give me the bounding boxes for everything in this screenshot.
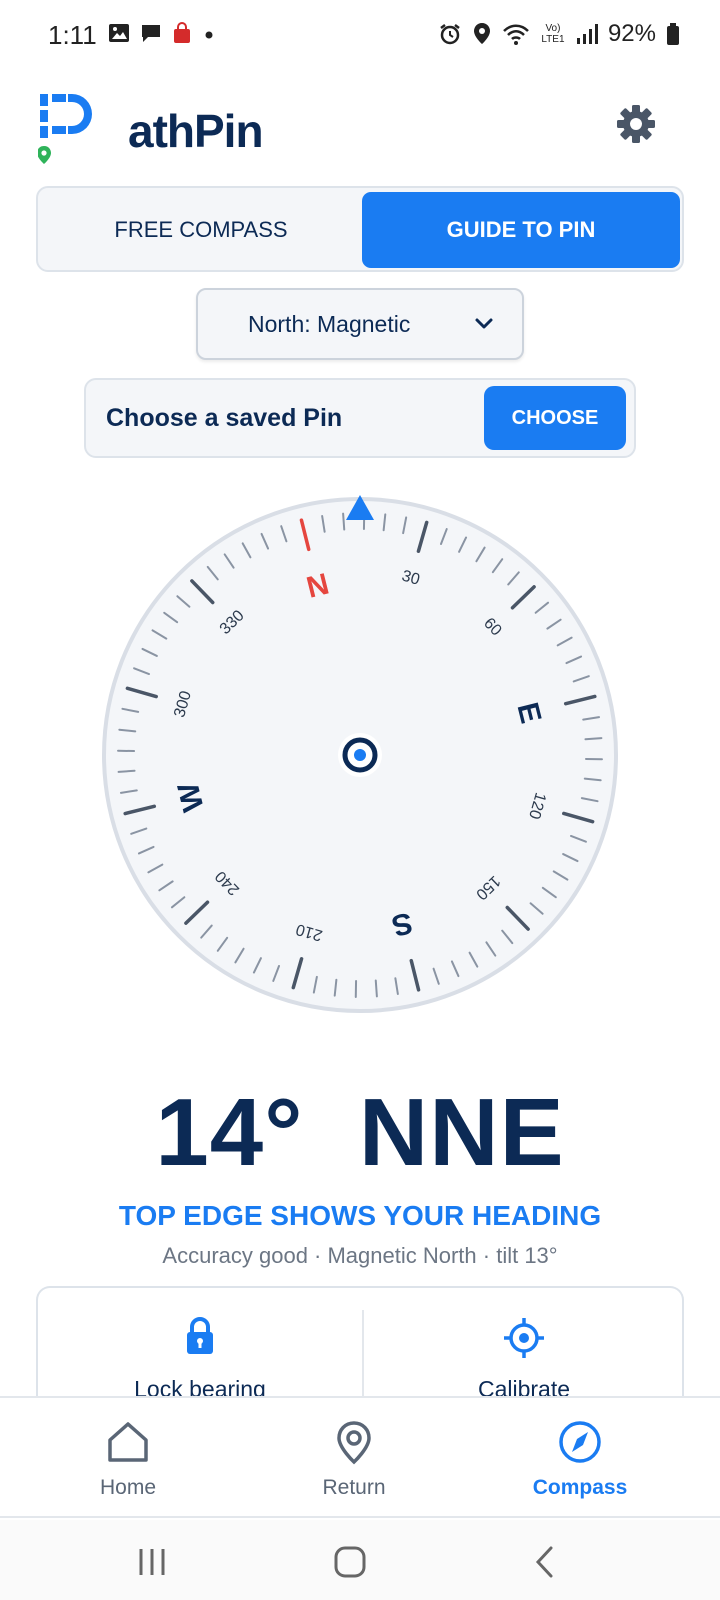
heading-readout: 14° NNE <box>155 1079 565 1186</box>
compass-icon <box>559 1421 601 1463</box>
nav-home-label: Home <box>99 1476 157 1499</box>
compass-svg: 3060120150210240300330NESW <box>102 495 618 1013</box>
bottom-navigation: Home Return Compass <box>0 1396 720 1518</box>
back-icon[interactable] <box>526 1542 566 1582</box>
free-compass-tab[interactable]: FREE COMPASS <box>42 192 360 268</box>
location-pin-icon <box>337 1421 371 1465</box>
notification-icons <box>108 22 216 44</box>
lock-icon <box>187 1317 213 1354</box>
home-button-icon[interactable] <box>330 1542 370 1582</box>
system-navigation-bar <box>0 1520 720 1600</box>
wifi-icon <box>503 24 529 45</box>
chevron-down-icon <box>475 318 493 329</box>
north-reference-value: North: Magnetic <box>248 310 411 337</box>
compass-tick <box>342 512 346 531</box>
saved-pin-card: Choose a saved Pin CHOOSE <box>84 378 636 458</box>
message-icon <box>142 25 160 42</box>
network-type: Vo) LTE1 <box>541 23 565 45</box>
location-icon <box>473 23 490 44</box>
compass-tick <box>584 737 603 741</box>
sensor-status: Accuracy good · Magnetic North · tilt 13… <box>162 1243 558 1268</box>
pathpin-logo-mark <box>38 94 92 164</box>
north-reference-dropdown[interactable]: North: Magnetic <box>196 288 524 360</box>
app-header: athPin <box>0 82 720 172</box>
guide-to-pin-tab[interactable]: GUIDE TO PIN <box>362 192 680 268</box>
dot-icon <box>205 31 213 39</box>
nav-home[interactable]: Home <box>8 1398 248 1518</box>
center-target-dot <box>354 749 366 761</box>
shopping-bag-icon <box>174 22 190 43</box>
compass-dial: 30 60 120 150 210 240 300 330 N E S W <box>90 490 630 1030</box>
system-status-icons: Vo) LTE1 92% <box>438 20 680 48</box>
nav-compass-label: Compass <box>532 1476 628 1499</box>
app-logo: athPin <box>38 90 264 170</box>
compass-tick <box>374 979 378 998</box>
mode-toggle: FREE COMPASS GUIDE TO PIN <box>36 186 684 272</box>
heading-hint: TOP EDGE SHOWS YOUR HEADING <box>118 1200 602 1231</box>
battery-percent: 92% <box>607 20 656 47</box>
nav-return-label: Return <box>322 1476 386 1499</box>
status-bar: 1:11 Vo) LTE1 92% <box>0 0 720 72</box>
crosshair-icon <box>504 1318 544 1358</box>
alarm-icon <box>440 24 460 45</box>
choose-pin-button[interactable]: CHOOSE <box>484 386 626 450</box>
recent-apps-icon[interactable] <box>132 1542 172 1582</box>
status-time: 1:11 <box>48 20 97 50</box>
nav-compass[interactable]: Compass <box>460 1398 700 1518</box>
gallery-icon <box>109 24 129 42</box>
app-title: athPin <box>128 105 264 157</box>
home-icon <box>108 1422 148 1462</box>
nav-return[interactable]: Return <box>234 1398 474 1518</box>
gear-icon <box>617 105 655 143</box>
saved-pin-label: Choose a saved Pin <box>106 404 343 432</box>
signal-icon <box>576 24 598 44</box>
settings-button[interactable] <box>616 104 660 148</box>
battery-icon <box>667 23 679 45</box>
compass-tick <box>117 769 136 773</box>
